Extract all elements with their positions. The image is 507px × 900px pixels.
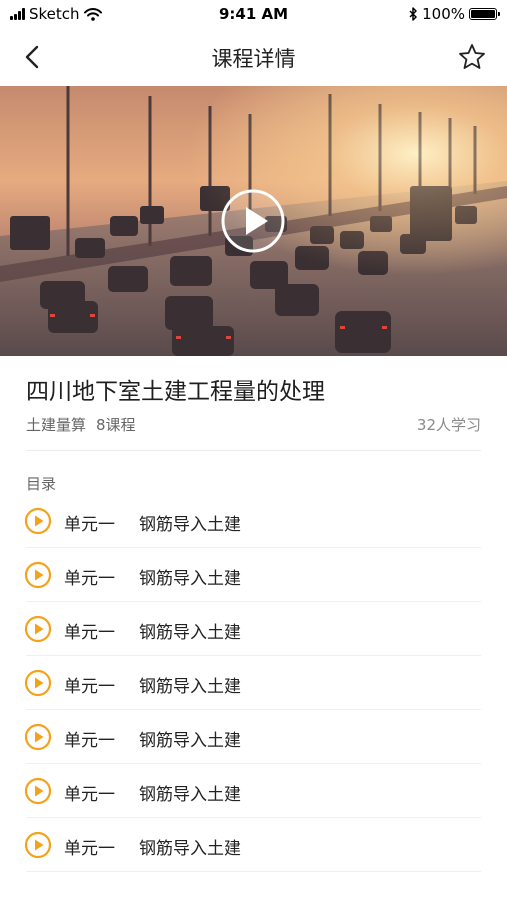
lesson-item[interactable]: 单元一 钢筋导入土建 <box>0 818 507 872</box>
nav-bar: 课程详情 <box>0 30 507 84</box>
lesson-unit: 单元一 <box>64 785 115 805</box>
status-right: 100% <box>409 5 500 23</box>
page-title: 课程详情 <box>211 47 296 71</box>
lesson-title: 钢筋导入土建 <box>139 515 241 535</box>
play-icon[interactable] <box>220 188 286 254</box>
lesson-item[interactable]: 单元一 钢筋导入土建 <box>0 710 507 764</box>
section-divider <box>26 450 481 451</box>
lesson-list: 单元一 钢筋导入土建 单元一 钢筋导入土建 单元一 钢筋导入土建 单元一 钢筋导… <box>0 494 507 872</box>
lesson-unit: 单元一 <box>64 731 115 751</box>
lesson-item[interactable]: 单元一 钢筋导入土建 <box>0 764 507 818</box>
play-circle-icon <box>24 507 52 535</box>
lesson-title: 钢筋导入土建 <box>139 677 241 697</box>
battery-icon <box>469 8 500 20</box>
play-circle-icon <box>24 561 52 589</box>
lesson-title: 钢筋导入土建 <box>139 785 241 805</box>
lesson-title: 钢筋导入土建 <box>139 839 241 859</box>
lesson-unit: 单元一 <box>64 839 115 859</box>
course-lesson-count: 8课程 <box>96 416 136 434</box>
lesson-unit: 单元一 <box>64 677 115 697</box>
lesson-title: 钢筋导入土建 <box>139 623 241 643</box>
lesson-item[interactable]: 单元一 钢筋导入土建 <box>0 656 507 710</box>
learner-count: 32人学习 <box>416 416 481 434</box>
lesson-title: 钢筋导入土建 <box>139 569 241 589</box>
play-circle-icon <box>24 723 52 751</box>
lesson-title: 钢筋导入土建 <box>139 731 241 751</box>
play-circle-icon <box>24 777 52 805</box>
lesson-unit: 单元一 <box>64 623 115 643</box>
lesson-unit: 单元一 <box>64 569 115 589</box>
battery-percent: 100% <box>422 5 465 23</box>
play-circle-icon <box>24 669 52 697</box>
status-bar: Sketch 9:41 AM 100% <box>0 0 507 30</box>
course-title: 四川地下室土建工程量的处理 <box>26 379 325 405</box>
course-meta: 土建量算 8课程 <box>26 414 136 435</box>
play-circle-icon <box>24 831 52 859</box>
lesson-item[interactable]: 单元一 钢筋导入土建 <box>0 548 507 602</box>
lesson-item[interactable]: 单元一 钢筋导入土建 <box>0 602 507 656</box>
lesson-unit: 单元一 <box>64 515 115 535</box>
video-player[interactable] <box>0 86 507 356</box>
play-circle-icon <box>24 615 52 643</box>
bluetooth-icon <box>409 7 417 21</box>
course-category: 土建量算 <box>26 416 87 434</box>
lesson-item[interactable]: 单元一 钢筋导入土建 <box>0 494 507 548</box>
catalog-heading: 目录 <box>26 475 57 493</box>
favorite-star-icon[interactable] <box>457 42 487 72</box>
lesson-divider <box>26 871 481 872</box>
